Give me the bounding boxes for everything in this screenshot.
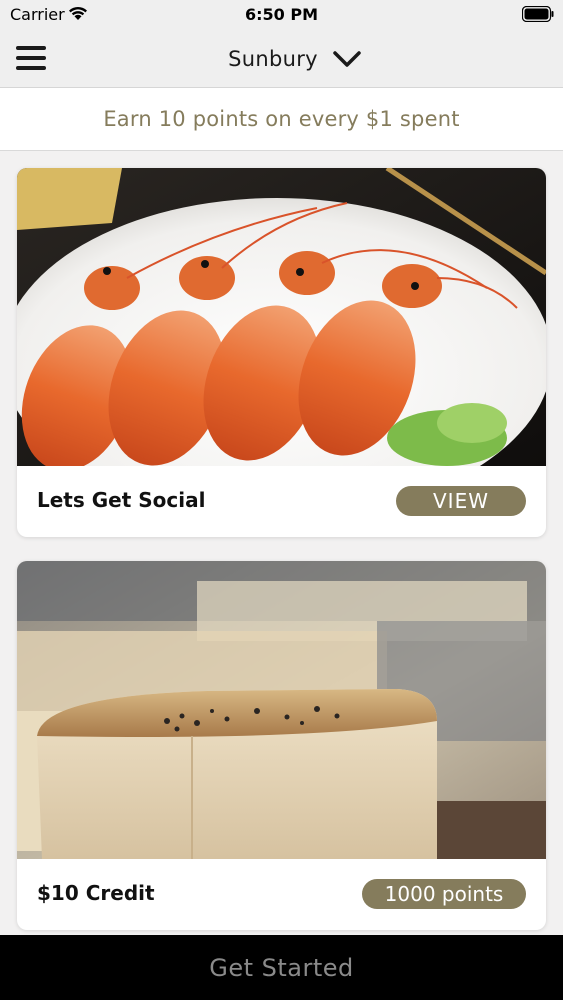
reward-card-social[interactable]: Lets Get Social VIEW — [17, 168, 546, 537]
menu-icon[interactable] — [16, 46, 46, 70]
pastry-photo — [17, 561, 546, 859]
nav-bar: Sunbury — [0, 30, 563, 88]
status-bar: Carrier 6:50 PM — [0, 0, 563, 30]
location-selector[interactable]: Sunbury — [210, 30, 380, 88]
card-title: $10 Credit — [37, 881, 155, 905]
battery-icon — [522, 6, 554, 22]
points-banner-text: Earn 10 points on every $1 spent — [103, 107, 460, 131]
get-started-label: Get Started — [209, 953, 354, 982]
card-footer: Lets Get Social VIEW — [17, 466, 546, 537]
points-cost-button[interactable]: 1000 points — [362, 879, 526, 909]
card-title: Lets Get Social — [37, 488, 206, 512]
chevron-down-icon — [333, 51, 361, 67]
get-started-button[interactable]: Get Started — [0, 935, 563, 1000]
reward-card-credit[interactable]: $10 Credit 1000 points — [17, 561, 546, 930]
location-name: Sunbury — [228, 47, 318, 71]
points-banner: Earn 10 points on every $1 spent — [0, 88, 563, 151]
view-button[interactable]: VIEW — [396, 486, 526, 516]
status-time: 6:50 PM — [244, 5, 318, 24]
card-footer: $10 Credit 1000 points — [17, 859, 546, 930]
prawns-photo — [17, 168, 546, 466]
